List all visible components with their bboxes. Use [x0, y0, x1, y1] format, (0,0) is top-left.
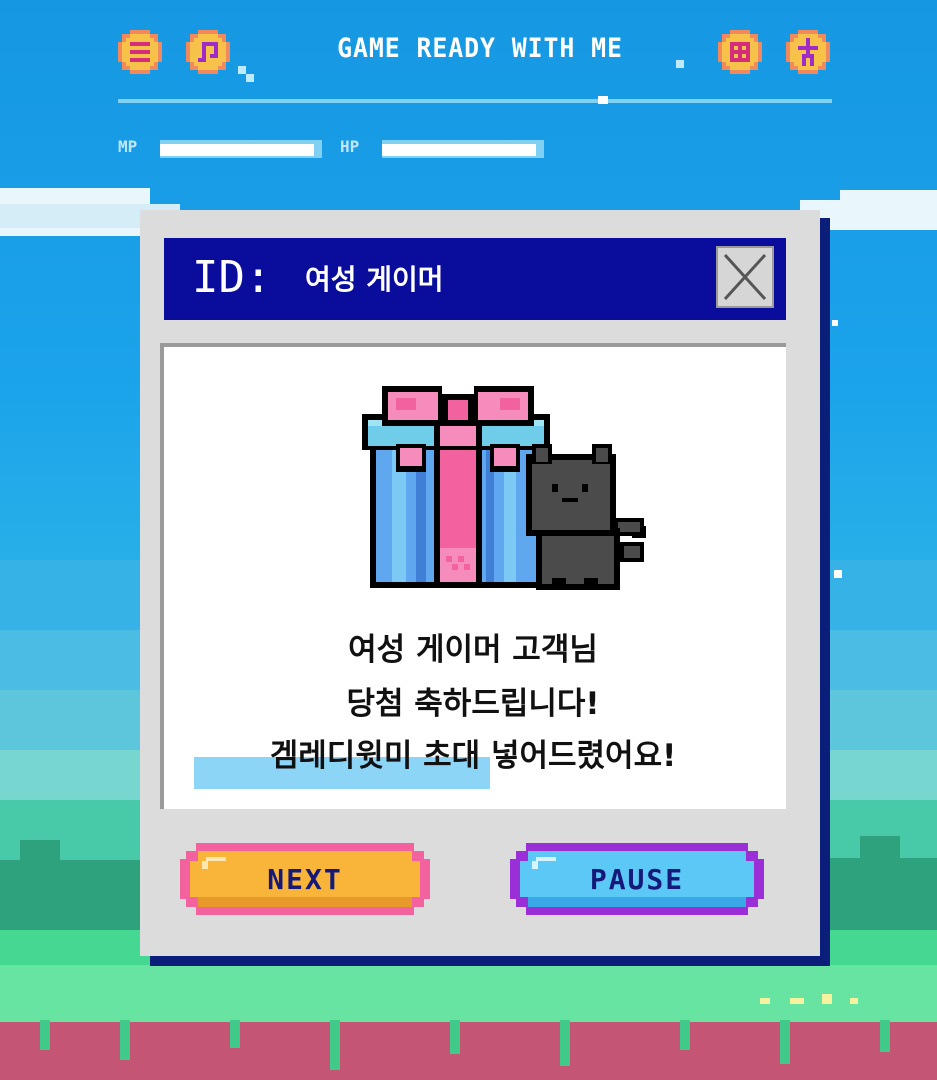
sparkle — [238, 66, 246, 74]
mp-bar — [160, 140, 322, 158]
gift-with-cat-illustration — [362, 386, 646, 590]
flower — [760, 998, 770, 1004]
mp-label: MP — [118, 137, 138, 156]
header-divider — [118, 99, 832, 103]
soil-ground — [0, 1022, 937, 1080]
tree-line — [820, 858, 937, 938]
tree-line — [0, 860, 150, 940]
flower — [822, 994, 832, 1004]
grass-drip — [450, 1020, 460, 1054]
close-button[interactable] — [716, 246, 774, 308]
tree-line — [20, 840, 60, 870]
pause-button-label: PAUSE — [589, 862, 685, 896]
music-icon[interactable] — [186, 30, 230, 74]
hp-bar-fill — [382, 144, 536, 156]
message-line-1: 여성 게이머 고객님 — [348, 632, 598, 668]
grid-icon[interactable] — [718, 30, 762, 74]
grass-drip — [120, 1020, 130, 1060]
close-icon — [723, 253, 767, 301]
grass-drip — [880, 1020, 890, 1052]
flower — [790, 998, 804, 1004]
pause-button[interactable]: PAUSE — [510, 843, 764, 915]
hp-label: HP — [340, 137, 360, 156]
id-label: ID: — [192, 252, 272, 303]
mp-bar-fill — [160, 144, 314, 156]
divider-knob — [598, 96, 608, 104]
message-line-2: 당첨 축하드립니다! — [346, 686, 600, 722]
sparkle — [832, 320, 838, 326]
plus-icon[interactable] — [786, 30, 830, 74]
game-title: GAME READY WITH ME — [337, 33, 623, 64]
grass-drip — [680, 1020, 690, 1050]
next-button[interactable]: NEXT — [180, 843, 430, 915]
next-button-label: NEXT — [267, 862, 343, 896]
grass-ground — [0, 965, 937, 1025]
sparkle — [246, 74, 254, 82]
grass-drip — [780, 1020, 790, 1064]
sparkle — [834, 570, 842, 578]
grass-drip — [560, 1020, 570, 1066]
grass-drip — [330, 1020, 340, 1070]
hp-bar — [382, 140, 544, 158]
flower — [850, 998, 858, 1004]
sparkle — [676, 60, 684, 68]
tree-line — [860, 836, 900, 866]
grass-drip — [40, 1020, 50, 1050]
player-name: 여성 게이머 — [305, 263, 444, 296]
menu-icon[interactable] — [118, 30, 162, 74]
cloud — [840, 190, 937, 210]
grass-drip — [230, 1020, 240, 1048]
message-line-3: 겜레디윗미 초대 넣어드렸어요! — [269, 738, 677, 774]
